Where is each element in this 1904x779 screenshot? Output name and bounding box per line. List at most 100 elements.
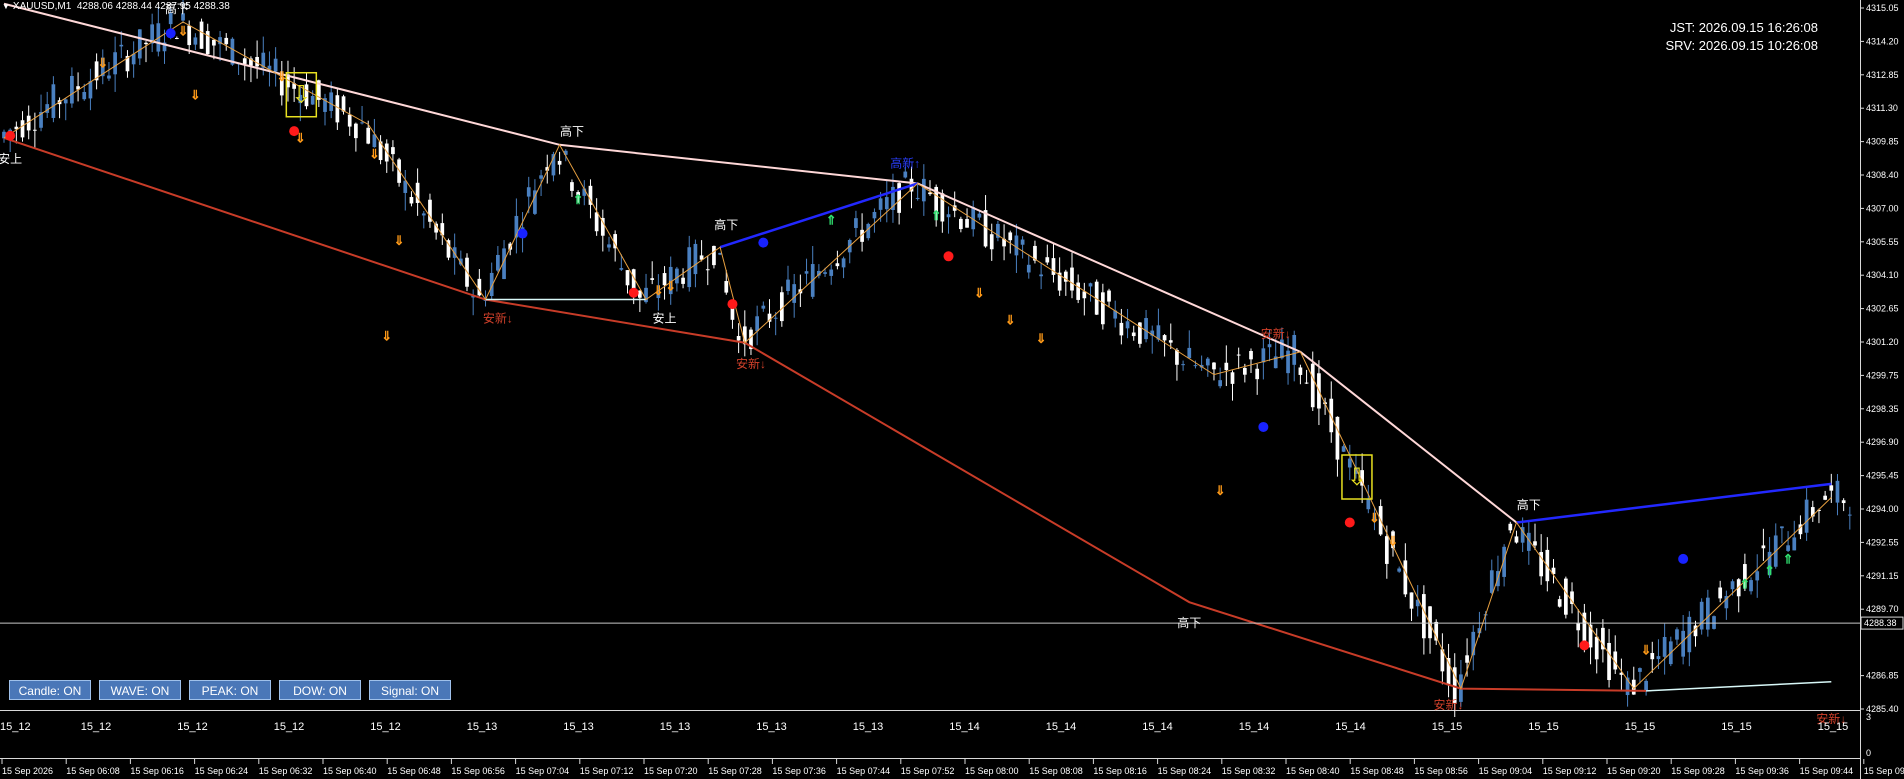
- candle: [1508, 521, 1513, 534]
- lower-scale-top: 3: [1866, 712, 1871, 722]
- toggle-dow-button[interactable]: DOW: ON: [279, 680, 361, 700]
- candle-body: [1187, 347, 1192, 359]
- candle-body: [959, 218, 963, 230]
- candle-body: [1242, 367, 1247, 375]
- candle: [1705, 589, 1710, 637]
- candle-body: [1175, 349, 1179, 365]
- candle-body: [1786, 545, 1790, 551]
- candle-body: [242, 58, 247, 64]
- time-tick-label: 15 Sep 07:44: [837, 766, 891, 776]
- candle-body: [1224, 362, 1229, 371]
- candle-body: [823, 272, 827, 274]
- candle-body: [1644, 680, 1648, 691]
- candle: [705, 255, 710, 286]
- candle-body: [915, 197, 920, 199]
- candle-body: [1638, 668, 1642, 672]
- candle: [1662, 623, 1667, 675]
- candle: [1823, 490, 1827, 501]
- candle: [205, 23, 210, 57]
- candle-body: [1557, 599, 1562, 607]
- candle-body: [1841, 500, 1846, 504]
- candle: [712, 245, 716, 269]
- candle: [786, 265, 790, 295]
- symbol-menu-triangle-icon[interactable]: ▼: [2, 2, 10, 11]
- candle: [1551, 559, 1556, 584]
- candle-body: [107, 75, 111, 79]
- peak-dot-red: [727, 299, 738, 310]
- candle-body: [1045, 257, 1050, 263]
- candle-body: [1261, 348, 1266, 363]
- candle-body: [1119, 322, 1124, 336]
- candle-body: [1162, 335, 1167, 341]
- sell-arrow-icon: ⇓: [1388, 533, 1399, 548]
- time-tick-label: 15 Sep 09:52: [1864, 766, 1904, 776]
- time-tick-label: 15 Sep 08:48: [1350, 766, 1404, 776]
- time-tick-label: 15 Sep 08:56: [1414, 766, 1468, 776]
- candle: [440, 213, 445, 245]
- price-tick-label: 4296.90: [1866, 437, 1899, 447]
- candle: [687, 235, 692, 292]
- candle: [1397, 566, 1402, 573]
- candle: [403, 170, 408, 211]
- candle-body: [761, 305, 766, 309]
- candle-body: [1847, 514, 1852, 516]
- support-line: [1646, 681, 1832, 692]
- candle: [354, 122, 358, 152]
- toggle-wave-button[interactable]: WAVE: ON: [99, 680, 181, 700]
- price-tick-label: 4309.85: [1866, 137, 1899, 147]
- sell-arrow-icon: ⇓: [178, 24, 189, 39]
- peak-annotation: 安上: [0, 151, 22, 166]
- candle: [113, 36, 117, 92]
- candle: [1020, 236, 1025, 259]
- toggle-candle-button[interactable]: Candle: ON: [9, 680, 91, 700]
- toggle-signal-button[interactable]: Signal: ON: [369, 680, 451, 700]
- time-tick-label: 15 Sep 2026: [2, 766, 53, 776]
- candle-body: [1489, 570, 1494, 593]
- sell-arrow-icon: ⇓: [369, 146, 380, 161]
- candle: [607, 236, 611, 252]
- price-axis-border: [1860, 0, 1861, 779]
- candle-body: [1823, 495, 1827, 500]
- price-tick-label: 4311.30: [1866, 103, 1898, 113]
- session-label: 15_12: [274, 721, 305, 733]
- candle: [631, 268, 636, 305]
- candle: [1557, 595, 1562, 608]
- time-tick-label: 15 Sep 06:32: [259, 766, 313, 776]
- candle-body: [82, 92, 87, 100]
- candle-body: [712, 245, 716, 266]
- candle: [63, 97, 68, 121]
- candle: [1619, 658, 1624, 692]
- candle-body: [1681, 630, 1685, 657]
- price-chart[interactable]: ⇩⇩⇓⇓⇓⇓⇓⇓⇓⇓⇓ ⇓ ⇓⇓⇓⇓⇓⇓⇓⇑⇑ ⇑⇑⇑⇑高下安上高下安新↓ 安上高下安新…: [0, 0, 1904, 779]
- candle: [1298, 364, 1303, 385]
- candle-body: [705, 269, 710, 271]
- candle: [1786, 531, 1790, 553]
- toggle-peak-button[interactable]: PEAK: ON: [189, 680, 271, 700]
- candle: [1792, 520, 1797, 551]
- candle-body: [144, 42, 148, 45]
- candle: [384, 139, 389, 173]
- buy-arrow-icon: ⇑: [826, 212, 837, 227]
- candle: [409, 191, 414, 207]
- clock-jst: JST: 2026.09.15 16:26:08: [1669, 20, 1818, 35]
- candle: [1440, 633, 1445, 685]
- candle-body: [557, 160, 562, 165]
- sell-arrow-icon: ⇓: [276, 69, 287, 84]
- time-tick-label: 15 Sep 07:52: [901, 766, 955, 776]
- candle: [150, 13, 155, 53]
- candle-body: [88, 81, 93, 99]
- candle: [625, 270, 630, 294]
- peak-annotation: 高下: [1177, 615, 1201, 630]
- candle: [1230, 370, 1235, 401]
- candle: [1236, 347, 1241, 370]
- candle-body: [1366, 498, 1371, 510]
- session-label: 15_12: [370, 721, 401, 733]
- candle-body: [1403, 560, 1408, 595]
- candle-body: [681, 277, 685, 284]
- candle: [1199, 355, 1204, 371]
- candle: [557, 151, 562, 175]
- candle-body: [341, 96, 346, 112]
- candle-body: [1656, 656, 1661, 660]
- candle: [1687, 611, 1692, 667]
- candle-body: [131, 53, 136, 65]
